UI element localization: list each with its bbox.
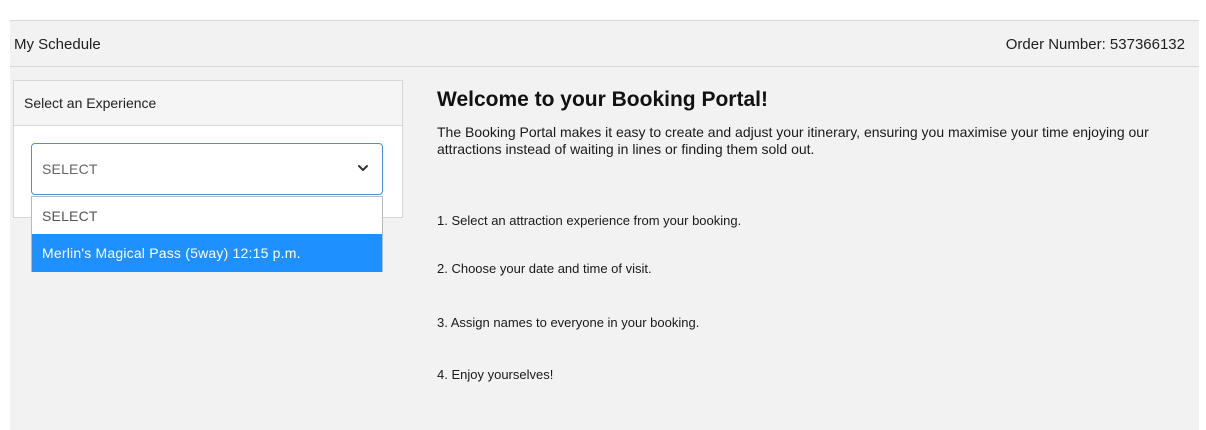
step-4: 4. Enjoy yourselves!	[437, 367, 554, 382]
step-3: 3. Assign names to everyone in your book…	[437, 315, 700, 330]
experience-card-title: Select an Experience	[24, 95, 157, 111]
experience-select[interactable]: SELECT	[31, 143, 383, 195]
schedule-header: My Schedule Order Number: 537366132	[10, 20, 1199, 67]
intro-text: The Booking Portal makes it easy to crea…	[437, 124, 1149, 157]
experience-select-value: SELECT	[42, 161, 98, 177]
dropdown-option-select[interactable]: SELECT	[32, 197, 382, 234]
dropdown-option-merlins-magical-pass[interactable]: Merlin's Magical Pass (5way) 12:15 p.m.	[32, 234, 382, 272]
experience-card-header: Select an Experience	[14, 81, 402, 126]
page-title: My Schedule	[14, 36, 101, 53]
step-2: 2. Choose your date and time of visit.	[437, 261, 652, 276]
step-1: 1. Select an attraction experience from …	[437, 213, 742, 228]
chevron-down-icon	[358, 165, 368, 171]
welcome-heading: Welcome to your Booking Portal!	[437, 88, 768, 111]
experience-dropdown: SELECT Merlin's Magical Pass (5way) 12:1…	[31, 196, 383, 272]
schedule-panel: My Schedule Order Number: 537366132 Sele…	[10, 20, 1199, 430]
order-number: Order Number: 537366132	[1005, 36, 1185, 53]
